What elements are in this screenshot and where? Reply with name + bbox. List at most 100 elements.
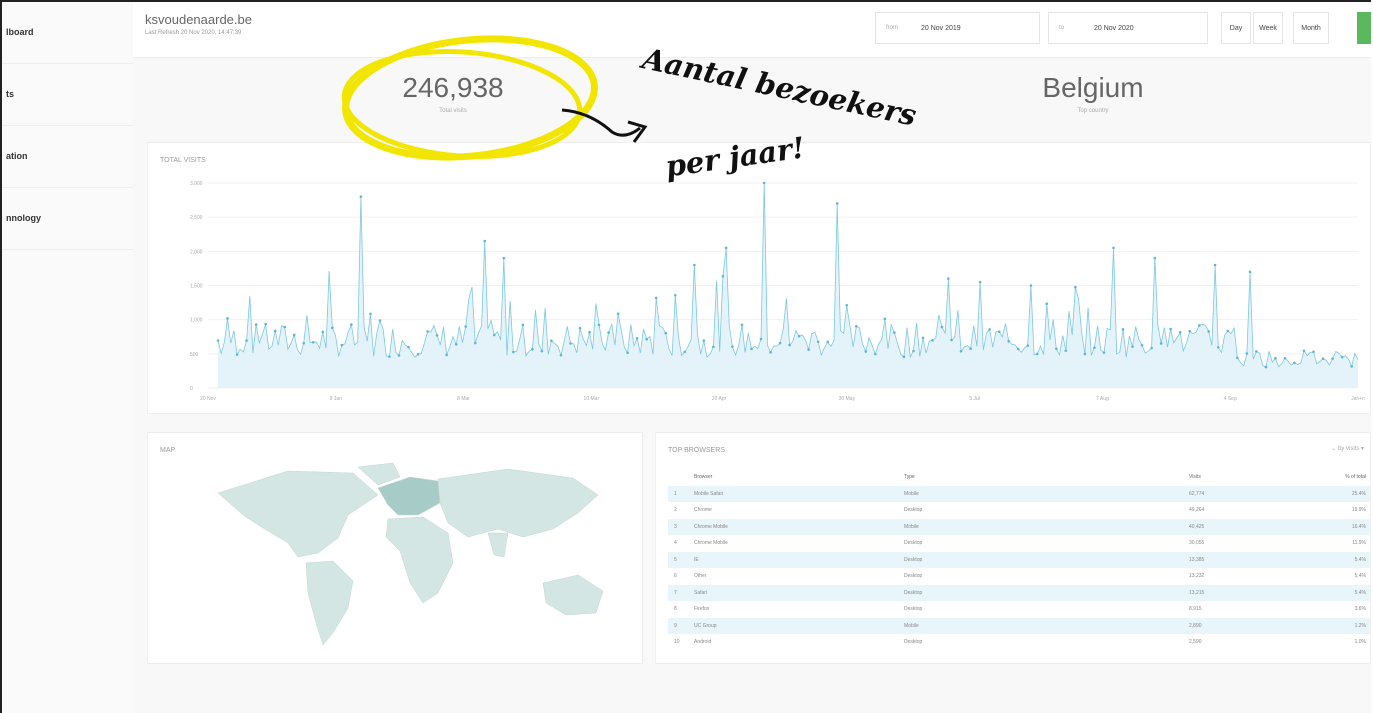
browsers-table: Browser Type Visits % of total 1 Mobile S… <box>668 469 1370 651</box>
visits-point <box>359 195 363 198</box>
from-date-field[interactable]: from 20 Nov 2019 <box>875 12 1040 44</box>
sidebar-item-location[interactable]: ation <box>2 126 133 188</box>
visits-point <box>1029 284 1033 287</box>
row-percent: 5.4% <box>1354 556 1366 563</box>
header-browser[interactable]: Browser <box>694 474 904 480</box>
visits-point <box>473 341 477 345</box>
visits-point <box>235 353 239 356</box>
row-visits: 13,215 <box>1189 589 1205 596</box>
visits-point <box>435 334 439 337</box>
row-index: 2 <box>674 507 677 514</box>
last-refresh-text: Last Refresh 20 Nov 2020, 14:47:39 <box>145 30 242 36</box>
visits-point <box>521 323 525 327</box>
week-button[interactable]: Week <box>1253 12 1283 44</box>
y-tick-label: 2,500 <box>190 215 203 221</box>
header-type[interactable]: Type <box>904 474 1189 480</box>
browsers-sort-toggle[interactable]: ⌄ by visits ▾ <box>1331 445 1364 452</box>
visits-point <box>1131 345 1134 348</box>
row-visits: 30,055 <box>1189 540 1205 547</box>
visits-point <box>769 351 772 354</box>
visits-point <box>512 350 515 354</box>
table-header-row: Browser Type Visits % of total <box>668 469 1370 486</box>
visits-point <box>1121 328 1125 331</box>
visits-point <box>292 333 296 337</box>
top-country-label: Top country <box>1077 108 1109 114</box>
visits-point <box>1112 246 1115 250</box>
day-button[interactable]: Day <box>1221 12 1251 44</box>
to-date-value: 20 Nov 2020 <box>1094 25 1134 32</box>
y-tick-label: 500 <box>190 352 199 358</box>
visits-point <box>578 326 582 330</box>
north-america-shape <box>217 470 379 558</box>
visits-point <box>1153 256 1157 260</box>
row-visits: 13,232 <box>1189 573 1205 580</box>
visits-point <box>226 317 229 320</box>
x-tick-label: 20 Nov <box>200 396 216 402</box>
visits-point <box>1178 330 1182 334</box>
row-visits: 2,590 <box>1189 639 1202 646</box>
row-percent: 5.4% <box>1354 573 1366 580</box>
top-browsers-panel: TOP BROWSERS ⌄ by visits ▾ Browser Type … <box>655 432 1371 664</box>
table-row: 6 Other Desktop 13,232 5.4% <box>668 568 1370 585</box>
visits-point <box>397 354 401 357</box>
visits-point <box>1093 346 1096 350</box>
row-type: Desktop <box>904 556 923 563</box>
row-type: Desktop <box>904 589 923 596</box>
sidebar-item-technology[interactable]: nnology <box>2 188 133 250</box>
visits-point <box>893 331 896 334</box>
visits-point <box>454 343 458 346</box>
visits-point <box>331 326 334 330</box>
visits-point <box>645 337 648 341</box>
visits-point <box>1074 285 1077 289</box>
table-row: 9 UC Group Mobile 2,890 1.2% <box>668 617 1370 634</box>
visits-point <box>254 323 258 326</box>
x-tick-label: Jan+n <box>1351 396 1365 402</box>
visits-point <box>1264 365 1268 369</box>
sidebar-item-dashboard[interactable]: lboard <box>2 2 133 64</box>
visits-point <box>1055 347 1058 351</box>
visits-point <box>369 312 372 316</box>
apply-button[interactable] <box>1357 12 1371 44</box>
visits-point <box>912 349 915 353</box>
row-percent: 3.6% <box>1354 606 1366 613</box>
row-browser: Chrome Mobile <box>694 523 728 530</box>
row-type: Desktop <box>904 540 923 547</box>
row-visits: 49,264 <box>1189 507 1205 514</box>
table-row: 10 Android Desktop 2,590 1.0% <box>668 634 1370 651</box>
visits-point <box>464 325 467 328</box>
row-index: 7 <box>674 589 677 596</box>
x-tick-label: 4 Sep <box>1224 396 1237 402</box>
table-row: 7 Safari Desktop 13,215 5.4% <box>668 584 1370 601</box>
visits-point <box>988 328 991 331</box>
world-map[interactable] <box>148 433 642 663</box>
row-percent: 25.4% <box>1351 490 1366 497</box>
from-date-value: 20 Nov 2019 <box>921 25 961 32</box>
visits-point <box>531 347 534 351</box>
header-visits[interactable]: Visits <box>1189 474 1284 480</box>
row-visits: 8,915 <box>1189 606 1202 613</box>
to-date-field[interactable]: to 20 Nov 2020 <box>1048 12 1208 44</box>
visits-point <box>1293 361 1296 365</box>
row-index: 5 <box>674 556 677 563</box>
row-percent: 1.2% <box>1354 622 1366 629</box>
visits-point <box>1213 263 1217 267</box>
row-type: Mobile <box>904 490 919 497</box>
sidebar-item-visits[interactable]: ts <box>2 64 133 126</box>
visits-point <box>693 263 696 267</box>
visits-point <box>1350 365 1353 368</box>
visits-point <box>1216 345 1220 349</box>
y-tick-label: 1,500 <box>190 284 203 290</box>
header-percent[interactable]: % of total <box>1284 474 1370 480</box>
australia-shape <box>542 574 604 616</box>
visits-point <box>664 331 668 335</box>
x-tick-label: 9 Jan <box>330 396 342 402</box>
visits-point <box>1245 352 1249 355</box>
visits-point <box>1331 357 1334 360</box>
visits-point <box>845 303 849 307</box>
greenland-shape <box>357 462 401 486</box>
visits-point <box>702 339 706 342</box>
visits-point <box>1016 347 1020 351</box>
row-index: 4 <box>674 540 677 547</box>
y-tick-label: 0 <box>190 386 193 392</box>
month-button[interactable]: Month <box>1293 12 1329 44</box>
